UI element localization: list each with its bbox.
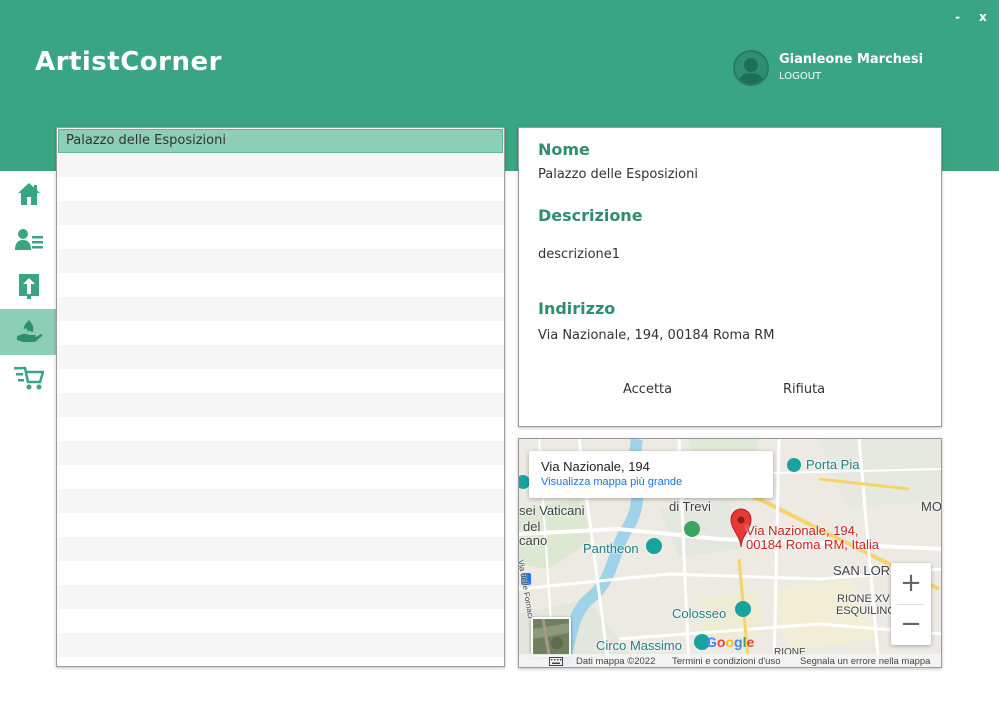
list-row-empty [57,345,504,369]
address-label: Indirizzo [538,299,616,318]
map-label-vaticani: sei Vaticani [519,503,585,518]
map-label-pantheon: Pantheon [583,541,639,556]
upload-icon [18,274,39,299]
close-button[interactable]: x [979,10,987,24]
map-label-cano: cano [519,533,548,548]
map-label-trevi: di Trevi [669,499,711,514]
zoom-in-button[interactable]: + [891,563,931,603]
address-value: Via Nazionale, 194, 00184 Roma RM [538,328,775,343]
sidebar-item-users[interactable] [0,217,57,263]
cart-icon [13,366,44,390]
map-label-rione: RIONE XV [837,593,890,605]
list-row-empty [57,441,504,465]
map-label-marker-line1: Via Nazionale, 194, [746,523,859,538]
satellite-toggle-button[interactable] [531,617,571,657]
list-row-empty [57,633,504,657]
user-name: Gianleone Marchesi [779,52,924,67]
minimize-button[interactable]: - [955,10,960,24]
avatar [733,50,769,86]
list-row-empty [57,657,504,666]
map-data-credit: Dati mappa ©2022 [576,656,656,667]
list-row-empty [57,297,504,321]
list-row-empty [57,273,504,297]
keyboard-icon[interactable] [549,657,563,666]
zoom-controls: + − [891,563,931,645]
list-row-empty [57,465,504,489]
list-row-empty [57,393,504,417]
name-value: Palazzo delle Esposizioni [538,167,698,182]
app-title: ArtistCorner [35,47,222,77]
list-row-empty [57,561,504,585]
map-info-title: Via Nazionale, 194 [541,459,650,474]
list-row-empty [57,177,504,201]
sidebar-item-home[interactable] [0,171,57,217]
list-row-empty [57,321,504,345]
zoom-out-button[interactable]: − [891,604,931,644]
larger-map-link[interactable]: Visualizza mappa più grande [541,476,682,488]
list-row-empty [57,225,504,249]
sidebar-item-upload[interactable] [0,263,57,309]
reject-button[interactable]: Rifiuta [783,382,825,397]
hand-flame-icon [16,320,42,342]
gallery-list[interactable]: Palazzo delle Esposizioni [56,127,505,667]
map-label-marker-line2: 00184 Roma RM, Italia [746,537,879,552]
colosseo-icon[interactable] [735,601,751,617]
map-label-colosseo: Colosseo [672,606,727,621]
list-row-empty [57,585,504,609]
google-logo: Google [706,634,755,650]
map-label-mo: MO [921,499,942,514]
map-label-circo-massimo: Circo Massimo [596,638,682,653]
sidebar-item-cart[interactable] [0,355,57,401]
pantheon-icon[interactable] [646,538,662,554]
map-view[interactable]: Via Nazionale, 194 Visualizza mappa più … [518,438,942,668]
list-row-empty [57,513,504,537]
map-footer: Dati mappa ©2022 Termini e condizioni d'… [519,654,941,667]
sidebar-item-requests[interactable] [0,309,57,355]
map-report-link[interactable]: Segnala un errore nella mappa [800,656,930,667]
list-row-empty [57,201,504,225]
list-item[interactable]: Palazzo delle Esposizioni [58,129,503,153]
list-row-empty [57,609,504,633]
description-label: Descrizione [538,206,643,225]
name-label: Nome [538,140,590,159]
description-value: descrizione1 [538,247,621,262]
map-label-esquilino: ESQUILINO [836,605,896,617]
list-row-empty [57,489,504,513]
map-label-del: del [523,519,541,534]
sidebar [0,171,57,401]
home-icon [17,183,40,205]
user-avatar-icon [738,58,764,84]
map-terms-link[interactable]: Termini e condizioni d'uso [672,656,780,667]
list-row-empty [57,417,504,441]
map-label-porta-pia: Porta Pia [806,457,860,472]
map-label-san-lor: SAN LOR [833,563,891,578]
map-info-card: Via Nazionale, 194 Visualizza mappa più … [529,451,773,498]
app-window: ArtistCorner - x Gianleone Marchesi LOGO… [0,0,999,713]
satellite-thumbnail-icon [533,619,569,655]
detail-panel: Nome Palazzo delle Esposizioni Descrizio… [518,127,942,427]
list-row-empty [57,537,504,561]
user-list-icon [14,229,43,250]
trevi-icon[interactable] [684,521,700,537]
accept-button[interactable]: Accetta [623,382,672,397]
list-row-empty [57,369,504,393]
list-row-empty [57,153,504,177]
list-row-empty [57,249,504,273]
logout-link[interactable]: LOGOUT [779,71,821,82]
porta-pia-icon[interactable] [787,458,801,472]
